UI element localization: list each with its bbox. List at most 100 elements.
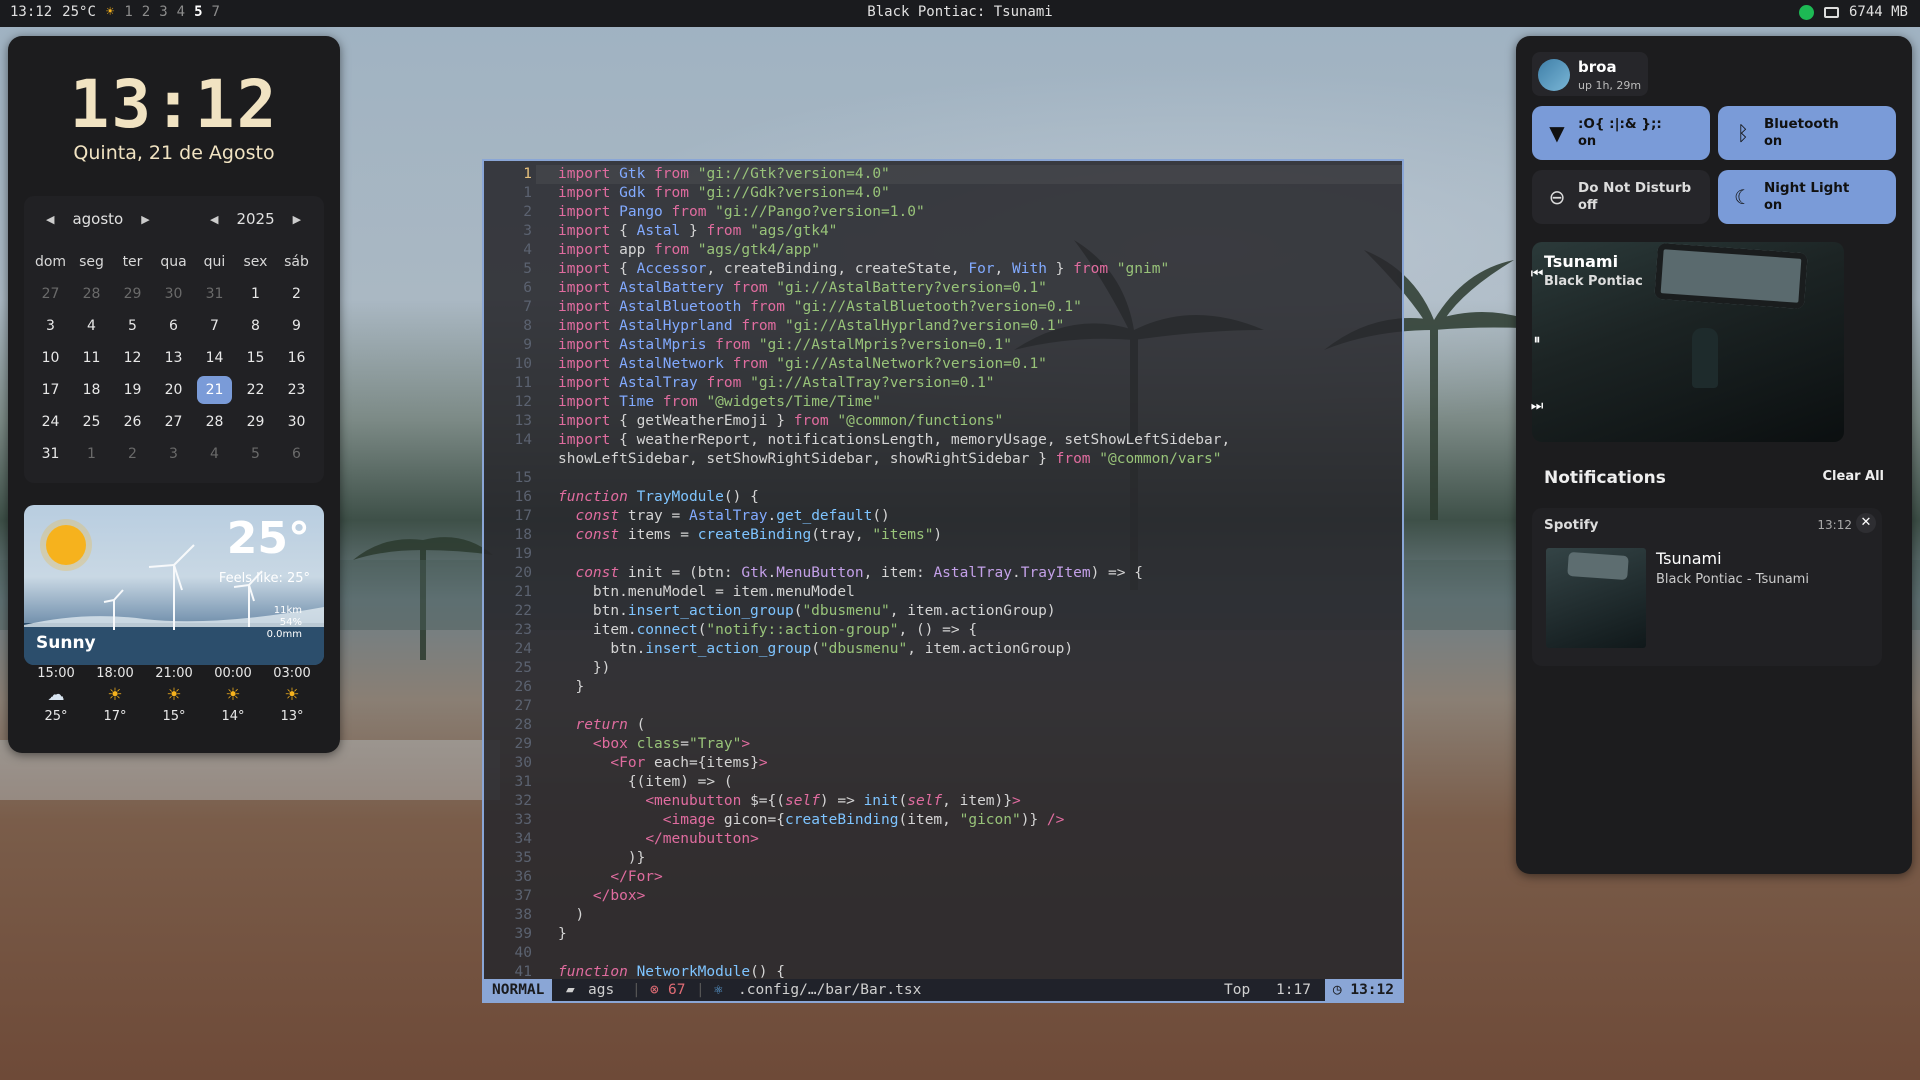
night-light-toggle[interactable]: ☾ Night Light on bbox=[1718, 170, 1896, 224]
code-line[interactable]: </For> bbox=[558, 868, 662, 887]
calendar-day[interactable]: 6 bbox=[276, 438, 317, 470]
do-not-disturb-toggle[interactable]: ⊖ Do Not Disturb off bbox=[1532, 170, 1710, 224]
calendar-day[interactable]: 2 bbox=[112, 438, 153, 470]
code-line[interactable]: import Gdk from "gi://Gdk?version=4.0" bbox=[558, 184, 890, 203]
calendar-day[interactable]: 26 bbox=[112, 406, 153, 438]
calendar-day[interactable]: 25 bbox=[71, 406, 112, 438]
code-line[interactable]: } bbox=[558, 925, 567, 944]
calendar-day[interactable]: 27 bbox=[30, 278, 71, 310]
calendar-day[interactable]: 17 bbox=[30, 374, 71, 406]
user-chip[interactable]: broa up 1h, 29m bbox=[1532, 52, 1648, 96]
code-line[interactable]: <box class="Tray"> bbox=[558, 735, 750, 754]
code-line[interactable]: btn.menuModel = item.menuModel bbox=[558, 583, 855, 602]
code-line[interactable]: </menubutton> bbox=[558, 830, 759, 849]
code-line[interactable]: btn.insert_action_group("dbusmenu", item… bbox=[558, 602, 1056, 621]
code-line[interactable]: import { Accessor, createBinding, create… bbox=[558, 260, 1169, 279]
code-line[interactable]: import AstalMpris from "gi://AstalMpris?… bbox=[558, 336, 1012, 355]
code-area[interactable]: 1 import Gtk from "gi://Gtk?version=4.0" 1… bbox=[484, 165, 1402, 985]
code-line[interactable]: const init = (btn: Gtk.MenuButton, item:… bbox=[558, 564, 1143, 583]
calendar-day[interactable]: 12 bbox=[112, 342, 153, 374]
code-line[interactable]: import AstalHyprland from "gi://AstalHyp… bbox=[558, 317, 1064, 336]
calendar-day[interactable]: 31 bbox=[194, 278, 235, 310]
calendar-day[interactable]: 16 bbox=[276, 342, 317, 374]
calendar-day[interactable]: 5 bbox=[235, 438, 276, 470]
tray-window-icon[interactable] bbox=[1823, 6, 1839, 18]
code-line[interactable]: import AstalBluetooth from "gi://AstalBl… bbox=[558, 298, 1082, 317]
code-line[interactable]: import AstalBattery from "gi://AstalBatt… bbox=[558, 279, 1047, 298]
calendar-day[interactable]: 7 bbox=[194, 310, 235, 342]
code-line[interactable]: return ( bbox=[558, 716, 645, 735]
code-line[interactable]: import Time from "@widgets/Time/Time" bbox=[558, 393, 881, 412]
calendar-day[interactable]: 2 bbox=[276, 278, 317, 310]
code-line[interactable]: import Gtk from "gi://Gtk?version=4.0" bbox=[558, 165, 890, 184]
calendar-day[interactable]: 1 bbox=[71, 438, 112, 470]
code-line[interactable]: showLeftSidebar, setShowRightSidebar, sh… bbox=[558, 450, 1221, 469]
calendar-day[interactable]: 28 bbox=[71, 278, 112, 310]
code-line[interactable]: }) bbox=[558, 659, 610, 678]
calendar-day[interactable]: 10 bbox=[30, 342, 71, 374]
calendar-day[interactable]: 5 bbox=[112, 310, 153, 342]
workspace-4[interactable]: 4 bbox=[177, 4, 185, 20]
calendar-day[interactable]: 4 bbox=[71, 310, 112, 342]
calendar-day[interactable]: 6 bbox=[153, 310, 194, 342]
calendar-day-today[interactable]: 21 bbox=[197, 376, 232, 404]
calendar-day[interactable]: 30 bbox=[153, 278, 194, 310]
code-editor-window[interactable]: 1 import Gtk from "gi://Gtk?version=4.0" 1… bbox=[482, 159, 1404, 1003]
calendar-day[interactable]: 3 bbox=[153, 438, 194, 470]
calendar-day[interactable]: 1 bbox=[235, 278, 276, 310]
code-line[interactable]: <image gicon={createBinding(item, "gicon… bbox=[558, 811, 1065, 830]
code-line[interactable]: function TrayModule() { bbox=[558, 488, 759, 507]
calendar-day[interactable]: 13 bbox=[153, 342, 194, 374]
code-line[interactable]: <For each={items}> bbox=[558, 754, 767, 773]
wifi-toggle[interactable]: ▼ :O{ :|:& };: on bbox=[1532, 106, 1710, 160]
pause-button[interactable]: ⏸ bbox=[1522, 332, 1552, 348]
code-line[interactable]: const items = createBinding(tray, "items… bbox=[558, 526, 942, 545]
calendar-day[interactable]: 14 bbox=[194, 342, 235, 374]
calendar-day[interactable]: 4 bbox=[194, 438, 235, 470]
prev-year-button[interactable]: ◀ bbox=[210, 213, 218, 226]
next-track-button[interactable]: ⏭ bbox=[1522, 398, 1552, 414]
calendar-day[interactable]: 31 bbox=[30, 438, 71, 470]
clear-all-button[interactable]: Clear All bbox=[1817, 466, 1891, 487]
calendar-day[interactable]: 30 bbox=[276, 406, 317, 438]
calendar-day[interactable]: 29 bbox=[112, 278, 153, 310]
calendar-day[interactable]: 9 bbox=[276, 310, 317, 342]
workspace-2[interactable]: 2 bbox=[142, 4, 150, 20]
code-line[interactable]: )} bbox=[558, 849, 645, 868]
code-line[interactable]: item.connect("notify::action-group", () … bbox=[558, 621, 977, 640]
code-line[interactable]: import { getWeatherEmoji } from "@common… bbox=[558, 412, 1003, 431]
previous-track-button[interactable]: ⏮ bbox=[1522, 266, 1552, 282]
calendar-day[interactable]: 11 bbox=[71, 342, 112, 374]
workspace-5[interactable]: 5 bbox=[194, 4, 202, 20]
calendar-day[interactable]: 28 bbox=[194, 406, 235, 438]
code-line[interactable]: import Pango from "gi://Pango?version=1.… bbox=[558, 203, 925, 222]
bluetooth-toggle[interactable]: ᛒ Bluetooth on bbox=[1718, 106, 1896, 160]
code-line[interactable]: import AstalNetwork from "gi://AstalNetw… bbox=[558, 355, 1047, 374]
code-line[interactable]: import app from "ags/gtk4/app" bbox=[558, 241, 820, 260]
code-line[interactable]: {(item) => ( bbox=[558, 773, 733, 792]
spotify-icon[interactable] bbox=[1798, 4, 1814, 20]
calendar-day[interactable]: 3 bbox=[30, 310, 71, 342]
code-line[interactable]: btn.insert_action_group("dbusmenu", item… bbox=[558, 640, 1073, 659]
calendar-day[interactable]: 15 bbox=[235, 342, 276, 374]
calendar-day[interactable]: 24 bbox=[30, 406, 71, 438]
calendar-day[interactable]: 20 bbox=[153, 374, 194, 406]
calendar-day[interactable]: 23 bbox=[276, 374, 317, 406]
calendar-day[interactable]: 19 bbox=[112, 374, 153, 406]
calendar-day[interactable]: 27 bbox=[153, 406, 194, 438]
code-line[interactable]: </box> bbox=[558, 887, 645, 906]
close-icon[interactable]: ✕ bbox=[1856, 513, 1876, 533]
workspace-7[interactable]: 7 bbox=[212, 4, 220, 20]
calendar-day[interactable]: 22 bbox=[235, 374, 276, 406]
code-line[interactable]: ) bbox=[558, 906, 584, 925]
prev-month-button[interactable]: ◀ bbox=[46, 213, 54, 226]
notification-card[interactable]: Spotify 13:12 ✕ Tsunami Black Pontiac - … bbox=[1532, 508, 1882, 666]
code-line[interactable]: import { weatherReport, notificationsLen… bbox=[558, 431, 1230, 450]
code-line[interactable]: import AstalTray from "gi://AstalTray?ve… bbox=[558, 374, 995, 393]
code-line[interactable]: } bbox=[558, 678, 584, 697]
workspace-3[interactable]: 3 bbox=[159, 4, 167, 20]
code-line[interactable]: <menubutton $={(self) => init(self, item… bbox=[558, 792, 1020, 811]
calendar-day[interactable]: 29 bbox=[235, 406, 276, 438]
workspace-1[interactable]: 1 bbox=[124, 4, 132, 20]
code-line[interactable]: import { Astal } from "ags/gtk4" bbox=[558, 222, 837, 241]
